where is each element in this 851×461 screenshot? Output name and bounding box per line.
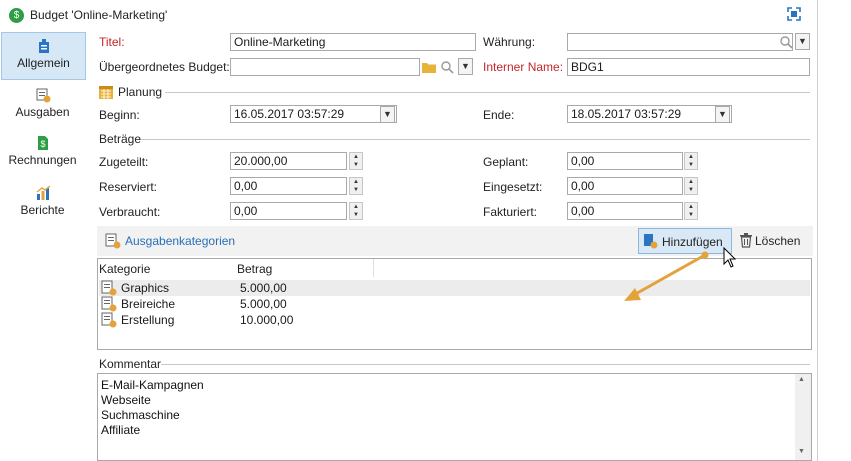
sidebar-item-label: Rechnungen (8, 153, 77, 167)
parent-budget-dropdown-button[interactable]: ▼ (458, 58, 473, 75)
allocated-label: Zugeteilt: (99, 155, 149, 169)
expense-category-icon (101, 296, 117, 312)
currency-input[interactable] (567, 33, 793, 51)
parent-budget-label: Übergeordnetes Budget: (99, 60, 230, 74)
budget-icon: $ (9, 8, 24, 23)
table-row[interactable]: Erstellung 10.000,00 (99, 312, 810, 328)
invoices-icon: $ (37, 136, 48, 150)
end-date-dropdown-button[interactable]: ▼ (715, 106, 730, 123)
consumed-input[interactable]: 0,00 (230, 202, 347, 220)
planned-label: Geplant: (483, 155, 529, 169)
amounts-section-label: Beträge (99, 132, 142, 146)
comment-line: Webseite (101, 393, 151, 407)
currency-label: Währung: (483, 35, 536, 49)
reserved-spinner[interactable]: ▲ ▼ (349, 177, 363, 195)
comment-line: E-Mail-Kampagnen (101, 378, 204, 392)
start-date-input[interactable]: 16.05.2017 03:57:29 (230, 105, 397, 123)
comment-divider (161, 364, 810, 365)
allocated-spinner[interactable]: ▲ ▼ (349, 152, 363, 170)
sidebar-item-label: Berichte (20, 203, 65, 217)
allocated-input[interactable]: 20.000,00 (230, 152, 347, 170)
svg-text:$: $ (40, 139, 45, 149)
sidebar: Allgemein Ausgaben $ Rechnungen Berichte (0, 30, 93, 461)
sidebar-item-berichte[interactable]: Berichte (1, 180, 84, 226)
category-cell: Erstellung (121, 313, 175, 327)
expense-category-icon (105, 233, 121, 249)
add-icon (644, 234, 658, 249)
delete-button[interactable]: Löschen (737, 228, 809, 254)
title-bar: $ Budget 'Online-Marketing' (0, 0, 817, 30)
delete-button-label: Löschen (755, 234, 801, 248)
amount-cell: 5.000,00 (240, 297, 287, 311)
table-row[interactable]: Breireiche 5.000,00 (99, 296, 810, 312)
reports-icon (36, 185, 50, 200)
column-header-amount[interactable]: Betrag (237, 262, 272, 276)
fullscreen-icon[interactable] (787, 7, 801, 21)
expense-category-icon (101, 312, 117, 328)
committed-label: Eingesetzt: (483, 180, 543, 194)
invoiced-label: Fakturiert: (483, 205, 538, 219)
sidebar-item-rechnungen[interactable]: $ Rechnungen (1, 130, 84, 176)
table-row[interactable]: Graphics 5.000,00 (99, 280, 810, 296)
planned-spinner[interactable]: ▲ ▼ (684, 152, 698, 170)
comment-line: Affiliate (101, 423, 141, 437)
end-date-label: Ende: (483, 108, 515, 122)
calendar-icon (99, 86, 113, 99)
amount-cell: 10.000,00 (240, 313, 294, 327)
category-cell: Graphics (121, 281, 170, 295)
comment-scrollbar[interactable]: ▲ ▼ (795, 374, 811, 460)
consumed-spinner[interactable]: ▲ ▼ (349, 202, 363, 220)
search-icon[interactable] (439, 59, 455, 75)
consumed-label: Verbraucht: (99, 205, 161, 219)
category-cell: Breireiche (121, 297, 176, 311)
planning-section-label: Planung (118, 85, 163, 99)
title-input[interactable]: Online-Marketing (230, 33, 476, 51)
internal-name-label: Interner Name: (483, 60, 564, 74)
general-icon (38, 39, 49, 53)
title-label: Titel: (99, 35, 125, 49)
currency-dropdown-button[interactable]: ▼ (795, 33, 810, 50)
expense-categories-title: Ausgabenkategorien (125, 234, 236, 248)
comment-section-label: Kommentar (99, 357, 162, 371)
add-button[interactable]: Hinzufügen (638, 228, 732, 254)
scroll-up-icon[interactable]: ▲ (798, 376, 805, 383)
scroll-down-icon[interactable]: ▼ (798, 448, 805, 455)
planned-input[interactable]: 0,00 (567, 152, 683, 170)
expense-categories-table: Kategorie Betrag Graphics 5.000,00 Breir… (97, 258, 812, 350)
general-form: Titel: Online-Marketing Währung: ▼ Überg… (93, 30, 817, 461)
sidebar-item-allgemein[interactable]: Allgemein (1, 32, 86, 80)
amount-cell: 5.000,00 (240, 281, 287, 295)
reserved-label: Reserviert: (99, 180, 158, 194)
invoiced-input[interactable]: 0,00 (567, 202, 683, 220)
folder-icon[interactable] (421, 59, 437, 75)
reserved-input[interactable]: 0,00 (230, 177, 347, 195)
comment-line: Suchmaschine (101, 408, 180, 422)
comment-textarea[interactable]: E-Mail-Kampagnen Webseite Suchmaschine A… (97, 373, 812, 461)
sidebar-item-label: Allgemein (17, 56, 70, 70)
start-date-dropdown-button[interactable]: ▼ (380, 106, 395, 123)
window-title: Budget 'Online-Marketing' (30, 8, 168, 22)
add-button-label: Hinzufügen (662, 235, 723, 249)
committed-input[interactable]: 0,00 (567, 177, 683, 195)
search-icon[interactable] (778, 34, 794, 50)
column-header-category[interactable]: Kategorie (99, 262, 150, 276)
parent-budget-input[interactable] (230, 58, 420, 76)
budget-window: $ Budget 'Online-Marketing' Allgemein Au… (0, 0, 818, 461)
end-date-input[interactable]: 18.05.2017 03:57:29 (567, 105, 732, 123)
sidebar-item-label: Ausgaben (15, 105, 70, 119)
column-separator (373, 259, 374, 277)
planning-divider (165, 92, 810, 93)
trash-icon (740, 233, 752, 248)
amounts-divider (141, 139, 810, 140)
invoiced-spinner[interactable]: ▲ ▼ (684, 202, 698, 220)
expenses-icon (36, 88, 50, 103)
committed-spinner[interactable]: ▲ ▼ (684, 177, 698, 195)
internal-name-input[interactable]: BDG1 (567, 58, 810, 76)
sidebar-item-ausgaben[interactable]: Ausgaben (1, 82, 84, 128)
start-date-label: Beginn: (99, 108, 140, 122)
categories-toolbar: Ausgabenkategorien Hinzufügen Löschen (97, 226, 813, 256)
expense-category-icon (101, 280, 117, 296)
